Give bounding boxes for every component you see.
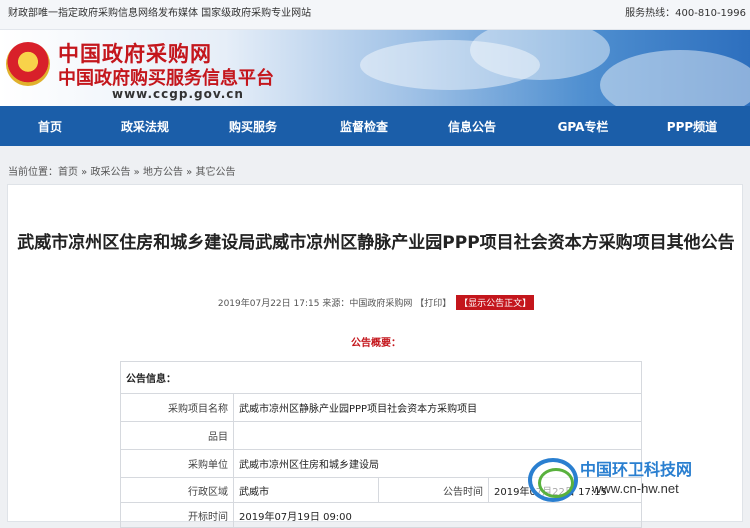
- site-header: 中国政府采购网 中国政府购买服务信息平台 www.ccgp.gov.cn: [0, 30, 750, 106]
- globe-icon: [528, 458, 578, 502]
- service-hotline: 服务热线：400-810-1996: [625, 8, 746, 19]
- nav-item-supervision[interactable]: 监督检查: [316, 118, 412, 135]
- pubtime-key: 公告时间: [378, 477, 489, 503]
- bidopen-key: 开标时间: [120, 502, 234, 528]
- site-url: www.ccgp.gov.cn: [112, 87, 244, 101]
- publish-datetime: 2019年07月22日 17:15: [217, 299, 320, 309]
- source-label: 来源：: [322, 299, 350, 309]
- nav-item-home[interactable]: 首页: [0, 118, 100, 135]
- top-info-bar: 财政部唯一指定政府采购信息网络发布媒体 国家级政府采购专业网站 服务热线：400…: [0, 0, 750, 30]
- nav-item-announcements[interactable]: 信息公告: [412, 118, 532, 135]
- breadcrumb-home[interactable]: 首页: [58, 167, 78, 178]
- region-value: 武威市: [233, 477, 379, 503]
- region-key: 行政区域: [120, 477, 234, 503]
- breadcrumb: 当前位置：首页 » 政采公告 » 地方公告 » 其它公告: [8, 163, 235, 178]
- summary-label: 公告概要：: [351, 338, 401, 349]
- print-link[interactable]: 【打印】: [415, 299, 451, 309]
- project-name-key: 采购项目名称: [120, 393, 234, 422]
- item-value: [233, 421, 642, 450]
- nav-item-purchase-services[interactable]: 购买服务: [190, 118, 316, 135]
- project-name-value: 武威市凉州区静脉产业园PPP项目社会资本方采购项目: [233, 393, 642, 422]
- source-name: 中国政府采购网: [349, 299, 413, 309]
- breadcrumb-sep: »: [130, 167, 143, 178]
- article-meta: 2019年07月22日 17:15 来源：中国政府采购网 【打印】 【显示公告正…: [8, 295, 744, 310]
- nav-item-ppp[interactable]: PPP频道: [634, 118, 750, 135]
- nav-item-regulations[interactable]: 政采法规: [100, 118, 190, 135]
- show-body-button[interactable]: 【显示公告正文】: [456, 295, 535, 310]
- info-header: 公告信息：: [120, 361, 642, 394]
- item-key: 品目: [120, 421, 234, 450]
- article-title: 武威市凉州区住房和城乡建设局武威市凉州区静脉产业园PPP项目社会资本方采购项目其…: [17, 233, 735, 253]
- watermark: 中国环卫科技网 www.cn-hw.net: [528, 456, 738, 508]
- table-row: 品目: [120, 421, 642, 450]
- breadcrumb-gov-procurement[interactable]: 政采公告: [90, 167, 130, 178]
- watermark-url: www.cn-hw.net: [592, 481, 679, 496]
- watermark-title: 中国环卫科技网: [580, 460, 693, 479]
- table-row: 采购项目名称 武威市凉州区静脉产业园PPP项目社会资本方采购项目: [120, 393, 642, 422]
- national-emblem-icon[interactable]: [6, 42, 50, 86]
- table-row: 公告信息：: [120, 361, 642, 394]
- main-nav: 首页 政采法规 购买服务 监督检查 信息公告 GPA专栏 PPP频道: [0, 106, 750, 146]
- breadcrumb-local[interactable]: 地方公告: [143, 167, 183, 178]
- breadcrumb-sep: »: [182, 167, 196, 178]
- breadcrumb-other[interactable]: 其它公告: [195, 167, 235, 178]
- unit-key: 采购单位: [120, 449, 234, 478]
- breadcrumb-prefix: 当前位置：: [8, 167, 58, 178]
- site-tagline: 财政部唯一指定政府采购信息网络发布媒体 国家级政府采购专业网站: [8, 8, 312, 19]
- breadcrumb-sep: »: [78, 167, 91, 178]
- nav-item-gpa[interactable]: GPA专栏: [532, 118, 634, 135]
